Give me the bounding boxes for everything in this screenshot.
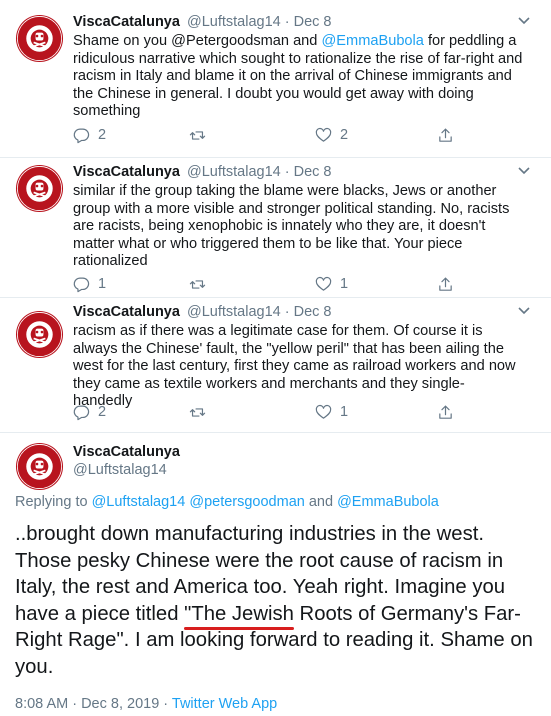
tweet-text-part: Shame on you @Petergoodsman and [73, 33, 322, 49]
tweet-actions: 2 2 [73, 125, 543, 145]
like-button[interactable]: 1 [315, 274, 348, 294]
chevron-down-icon[interactable] [517, 166, 531, 176]
main-tweet-text: ..brought down manufacturing industries … [15, 521, 545, 680]
replying-prefix: Replying to [15, 494, 92, 510]
user-handle[interactable]: @Luftstalag14 [187, 14, 281, 30]
share-icon [439, 128, 452, 142]
tweet-timestamp[interactable]: 8:08 AM · Dec 8, 2019 · [15, 696, 172, 712]
replying-to: Replying to @Luftstalag14 @petersgoodman… [15, 494, 439, 510]
user-handle[interactable]: @Luftstalag14 [187, 304, 281, 320]
like-button[interactable]: 1 [315, 402, 348, 422]
like-count: 1 [340, 404, 349, 420]
retweet-icon [189, 279, 206, 289]
display-name[interactable]: ViscaCatalunya [73, 304, 180, 320]
tweet-actions: 2 1 [73, 402, 543, 422]
tweet[interactable]: ViscaCatalunya @Luftstalag14 · Dec 8 sim… [0, 162, 551, 300]
like-button[interactable]: 2 [315, 125, 348, 145]
display-name[interactable]: ViscaCatalunya [73, 164, 180, 180]
reply-icon [73, 128, 90, 143]
share-icon [439, 405, 452, 419]
tweet-date[interactable]: Dec 8 [294, 304, 332, 320]
reply-button[interactable]: 2 [73, 125, 106, 145]
avatar[interactable] [15, 14, 64, 63]
fc-st-pauli-logo [15, 14, 64, 63]
like-icon [315, 404, 332, 419]
reply-count: 1 [98, 276, 107, 292]
mention-link[interactable]: @EmmaBubola [321, 33, 423, 49]
chevron-down-icon[interactable] [517, 16, 531, 26]
retweet-button[interactable] [189, 274, 214, 294]
reply-icon [73, 277, 90, 292]
retweet-button[interactable] [189, 402, 214, 422]
tweet[interactable]: ViscaCatalunya @Luftstalag14 · Dec 8 rac… [0, 302, 551, 434]
divider [0, 297, 551, 298]
reply-icon [73, 405, 90, 420]
tweet-actions: 1 1 [73, 274, 543, 294]
main-tweet: ViscaCatalunya @Luftstalag14 Replying to… [0, 432, 551, 716]
reply-count: 2 [98, 404, 107, 420]
user-handle[interactable]: @Luftstalag14 [187, 164, 281, 180]
retweet-icon [189, 407, 206, 417]
divider [0, 157, 551, 158]
client-link[interactable]: Twitter Web App [172, 696, 277, 712]
user-handle[interactable]: @Luftstalag14 [73, 462, 167, 478]
retweet-button[interactable] [189, 125, 214, 145]
fc-st-pauli-logo [15, 442, 64, 491]
separator-dot: · [284, 304, 290, 320]
share-button[interactable] [437, 274, 454, 294]
reply-button[interactable]: 1 [73, 274, 106, 294]
mention-link[interactable]: @EmmaBubola [337, 494, 439, 510]
display-name[interactable]: ViscaCatalunya [73, 14, 180, 30]
like-count: 1 [340, 276, 349, 292]
separator-dot: · [284, 14, 290, 30]
tweet-text: Shame on you @Petergoodsman and @EmmaBub… [73, 33, 523, 121]
retweet-icon [189, 130, 206, 140]
reply-button[interactable]: 2 [73, 402, 106, 422]
tweet-meta: 8:08 AM · Dec 8, 2019 · Twitter Web App [15, 696, 277, 712]
avatar[interactable] [15, 310, 64, 359]
separator-dot: · [284, 164, 290, 180]
tweet-date[interactable]: Dec 8 [294, 14, 332, 30]
tweet[interactable]: ViscaCatalunya @Luftstalag14 · Dec 8 Sha… [0, 12, 551, 162]
share-icon [439, 277, 452, 291]
avatar[interactable] [15, 164, 64, 213]
share-button[interactable] [437, 402, 454, 422]
underlined-title: "The Jewish [184, 602, 294, 625]
tweet-date[interactable]: Dec 8 [294, 164, 332, 180]
share-button[interactable] [437, 125, 454, 145]
mention-link[interactable]: @petersgoodman [189, 494, 304, 510]
like-icon [315, 127, 332, 142]
fc-st-pauli-logo [15, 310, 64, 359]
like-count: 2 [340, 127, 349, 143]
fc-st-pauli-logo [15, 164, 64, 213]
tweet-text: similar if the group taking the blame we… [73, 183, 510, 270]
tweet-header: ViscaCatalunya @Luftstalag14 · Dec 8 [73, 12, 332, 32]
like-icon [315, 276, 332, 291]
tweet-text: racism as if there was a legitimate case… [73, 323, 516, 410]
chevron-down-icon[interactable] [517, 306, 531, 316]
avatar[interactable] [15, 442, 64, 491]
display-name[interactable]: ViscaCatalunya [73, 444, 180, 460]
mention-link[interactable]: @Luftstalag14 [92, 494, 186, 510]
tweet-header: ViscaCatalunya @Luftstalag14 · Dec 8 [73, 162, 332, 182]
reply-count: 2 [98, 127, 107, 143]
replying-and: and [304, 494, 338, 510]
tweet-header: ViscaCatalunya @Luftstalag14 · Dec 8 [73, 302, 332, 322]
